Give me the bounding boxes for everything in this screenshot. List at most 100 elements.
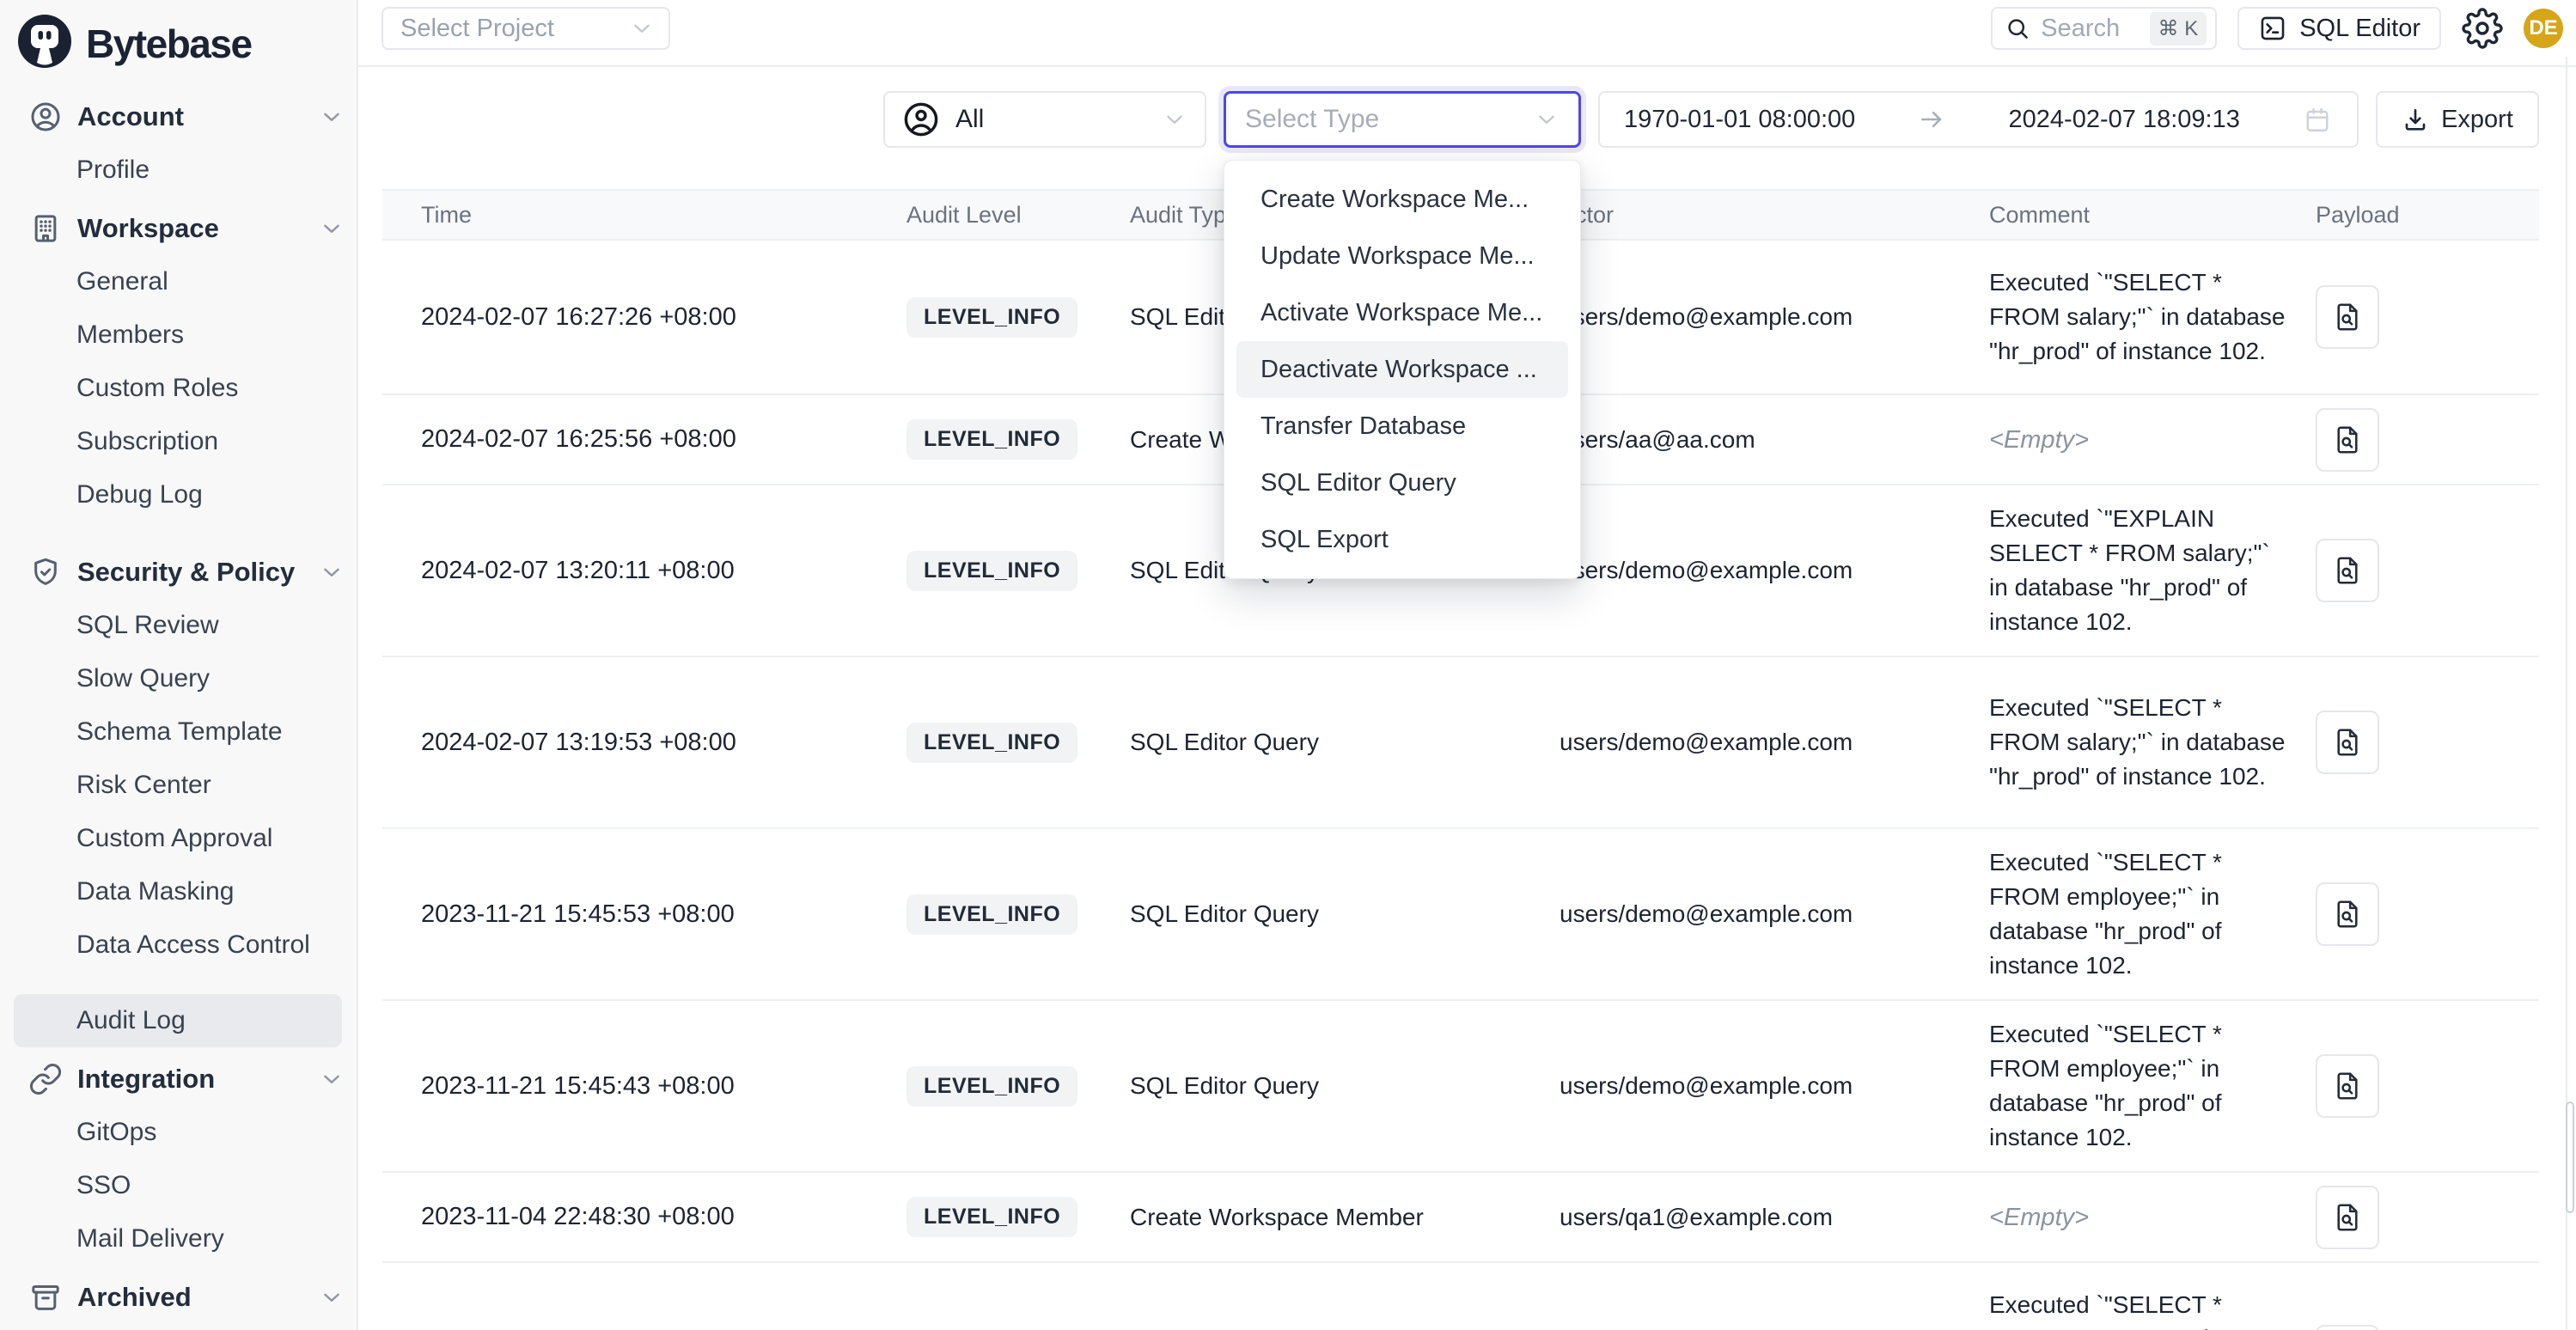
sidebar: Bytebase Account Profile Workspace Gener… xyxy=(0,0,358,1330)
sql-editor-button[interactable]: SQL Editor xyxy=(2237,7,2441,50)
cell-payload xyxy=(2294,711,2539,774)
cell-comment: Executed `"SELECT * FROM employee;"` in … xyxy=(1968,845,2294,983)
date-range-picker[interactable]: 1970-01-01 08:00:00 2024-02-07 18:09:13 xyxy=(1598,91,2359,148)
payload-view-button[interactable] xyxy=(2316,711,2379,774)
sidebar-item-debug-log[interactable]: Debug Log xyxy=(14,468,342,522)
sidebar-item-sql-review[interactable]: SQL Review xyxy=(14,599,342,652)
actor-filter-value: All xyxy=(955,105,1162,134)
cell-payload xyxy=(2294,285,2539,349)
export-button[interactable]: Export xyxy=(2376,91,2539,148)
type-filter-placeholder: Select Type xyxy=(1245,105,1534,134)
sidebar-item-data-access-control[interactable]: Data Access Control xyxy=(14,918,342,972)
payload-view-button[interactable] xyxy=(2316,1186,2379,1249)
sidebar-item-subscription[interactable]: Subscription xyxy=(14,415,342,468)
level-badge: LEVEL_INFO xyxy=(906,1066,1077,1107)
project-select[interactable]: Select Project xyxy=(382,7,670,50)
table-row: 2023-11-04 21:26:34 +08:00 LEVEL_INFO SQ… xyxy=(382,1263,2539,1330)
sidebar-item-risk-center[interactable]: Risk Center xyxy=(14,759,342,812)
cell-payload xyxy=(2294,1186,2539,1249)
sidebar-section-account[interactable]: Account xyxy=(0,90,357,143)
sql-editor-label: SQL Editor xyxy=(2299,15,2420,43)
cell-comment: Executed `"SELECT * FROM salary;"` in da… xyxy=(1968,265,2294,369)
type-option-sql-export[interactable]: SQL Export xyxy=(1224,511,1580,568)
sidebar-item-audit-log[interactable]: Audit Log xyxy=(14,994,342,1047)
cell-comment: <Empty> xyxy=(1968,1200,2294,1235)
type-option-deactivate-workspace[interactable]: Deactivate Workspace ... xyxy=(1236,341,1568,398)
sidebar-section-integration[interactable]: Integration xyxy=(0,1052,357,1106)
sidebar-item-schema-template[interactable]: Schema Template xyxy=(14,705,342,759)
cell-actor: users/aa@aa.com xyxy=(1538,426,1968,454)
cell-time: 2024-02-07 13:19:53 +08:00 xyxy=(382,729,885,757)
sidebar-section-archived[interactable]: Archived xyxy=(0,1271,357,1324)
type-filter-select[interactable]: Select Type xyxy=(1224,91,1581,148)
file-search-icon xyxy=(2331,554,2364,587)
calendar-icon xyxy=(2302,104,2333,135)
avatar[interactable]: DE xyxy=(2524,9,2563,48)
payload-view-button[interactable] xyxy=(2316,882,2379,946)
chevron-down-icon xyxy=(629,15,655,41)
table-row: 2023-11-04 22:48:30 +08:00 LEVEL_INFO Cr… xyxy=(382,1173,2539,1263)
download-icon xyxy=(2402,106,2429,133)
search-input[interactable]: Search ⌘ K xyxy=(1991,7,2217,50)
sidebar-item-custom-approval[interactable]: Custom Approval xyxy=(14,812,342,865)
cell-time: 2024-02-07 13:20:11 +08:00 xyxy=(382,557,885,585)
cell-time: 2023-11-21 15:45:53 +08:00 xyxy=(382,900,885,929)
sidebar-item-sso[interactable]: SSO xyxy=(14,1159,342,1212)
type-option-activate-workspace-me[interactable]: Activate Workspace Me... xyxy=(1224,284,1580,341)
table-row: 2024-02-07 13:19:53 +08:00 LEVEL_INFO SQ… xyxy=(382,657,2539,829)
level-badge: LEVEL_INFO xyxy=(906,894,1077,935)
type-option-transfer-database[interactable]: Transfer Database xyxy=(1224,398,1580,455)
project-select-placeholder: Select Project xyxy=(400,15,629,43)
shield-check-icon xyxy=(28,555,63,589)
sidebar-item-general[interactable]: General xyxy=(14,255,342,308)
type-option-sql-editor-query[interactable]: SQL Editor Query xyxy=(1224,455,1580,511)
payload-view-button[interactable] xyxy=(2316,1325,2379,1330)
cell-actor: users/demo@example.com xyxy=(1538,900,1968,928)
user-circle-icon xyxy=(28,100,63,134)
building-icon xyxy=(28,211,63,246)
level-badge: LEVEL_INFO xyxy=(906,551,1077,591)
file-search-icon xyxy=(2331,726,2364,759)
type-dropdown-menu: Create Workspace Me... Update Workspace … xyxy=(1224,160,1581,579)
col-header-comment: Comment xyxy=(1968,191,2294,239)
cell-comment: Executed `"SELECT * FROM department;"` i… xyxy=(1968,1288,2294,1330)
cell-audit-level: LEVEL_INFO xyxy=(885,723,1108,763)
chevron-down-icon xyxy=(319,216,345,241)
chevron-down-icon xyxy=(319,1284,345,1310)
sidebar-item-mail-delivery[interactable]: Mail Delivery xyxy=(14,1212,342,1266)
payload-view-button[interactable] xyxy=(2316,539,2379,602)
sidebar-item-slow-query[interactable]: Slow Query xyxy=(14,652,342,705)
cell-audit-level: LEVEL_INFO xyxy=(885,419,1108,460)
sidebar-item-members[interactable]: Members xyxy=(14,308,342,362)
cell-actor: users/qa1@example.com xyxy=(1538,1204,1968,1231)
cell-audit-type: SQL Editor Query xyxy=(1108,729,1538,756)
brand-logo[interactable]: Bytebase xyxy=(0,0,357,83)
type-option-update-workspace-me[interactable]: Update Workspace Me... xyxy=(1224,228,1580,284)
cell-audit-type: SQL Editor Query xyxy=(1108,900,1538,928)
chevron-down-icon xyxy=(319,1066,345,1092)
file-search-icon xyxy=(2331,301,2364,333)
cell-payload xyxy=(2294,1054,2539,1118)
sidebar-item-gitops[interactable]: GitOps xyxy=(14,1106,342,1159)
sidebar-section-security-policy[interactable]: Security & Policy xyxy=(0,546,357,599)
search-placeholder: Search xyxy=(2041,15,2149,43)
date-to-value: 2024-02-07 18:09:13 xyxy=(2009,106,2240,134)
file-search-icon xyxy=(2331,1070,2364,1102)
cell-payload xyxy=(2294,408,2539,472)
file-search-icon xyxy=(2331,424,2364,456)
scrollbar-thumb[interactable] xyxy=(2566,1101,2574,1213)
sidebar-item-custom-roles[interactable]: Custom Roles xyxy=(14,362,342,415)
payload-view-button[interactable] xyxy=(2316,1054,2379,1118)
gear-icon[interactable] xyxy=(2462,8,2503,49)
payload-view-button[interactable] xyxy=(2316,285,2379,349)
cell-audit-type: SQL Editor Query xyxy=(1108,1072,1538,1100)
audit-log-page: Bytebase Account Profile Workspace Gener… xyxy=(0,0,2576,1330)
sidebar-section-workspace[interactable]: Workspace xyxy=(0,202,357,255)
type-option-create-workspace-me[interactable]: Create Workspace Me... xyxy=(1224,171,1580,228)
bytebase-logo-icon xyxy=(17,14,72,73)
actor-filter-select[interactable]: All xyxy=(883,91,1206,148)
cell-actor: users/demo@example.com xyxy=(1538,303,1968,331)
payload-view-button[interactable] xyxy=(2316,408,2379,472)
sidebar-item-profile[interactable]: Profile xyxy=(14,143,342,197)
sidebar-item-data-masking[interactable]: Data Masking xyxy=(14,865,342,918)
